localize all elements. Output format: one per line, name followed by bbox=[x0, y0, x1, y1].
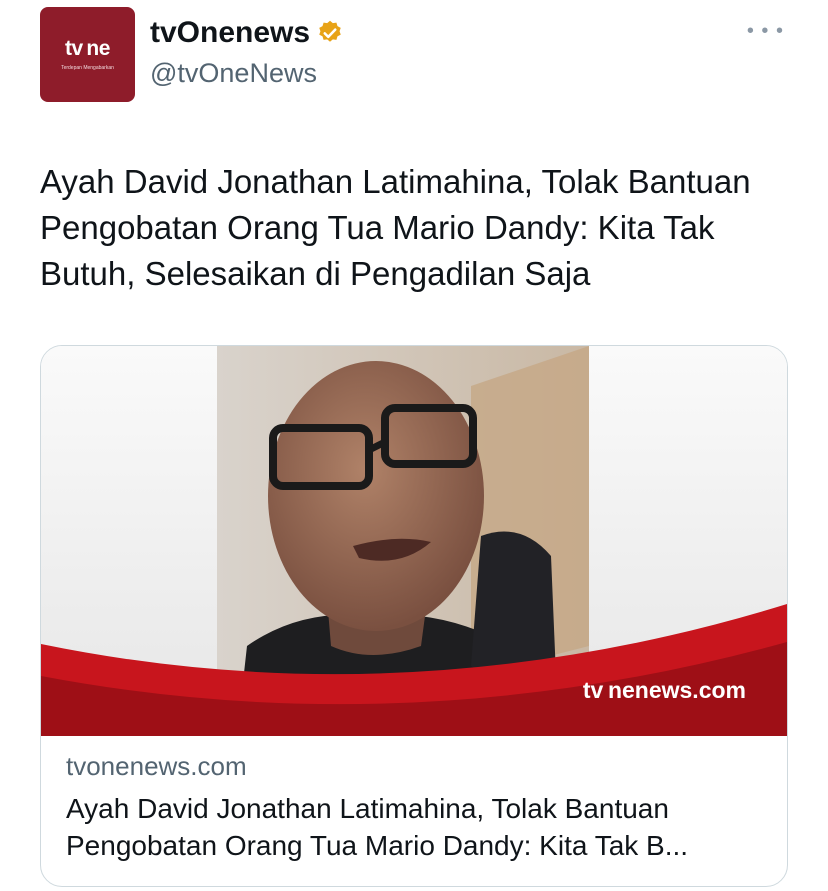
name-row: tvOnenews bbox=[150, 16, 344, 50]
link-card[interactable]: tv nenews.com tvonenews.com Ayah David J… bbox=[40, 345, 788, 887]
tweet-text: Ayah David Jonathan Latimahina, Tolak Ba… bbox=[40, 163, 751, 292]
card-domain: tvonenews.com bbox=[66, 751, 247, 781]
avatar[interactable]: tv ne Terdepan Mengabarkan bbox=[40, 7, 135, 102]
handle[interactable]: @tvOneNews bbox=[150, 58, 317, 89]
display-name[interactable]: tvOnenews bbox=[150, 16, 310, 50]
card-image[interactable]: tv nenews.com bbox=[41, 346, 787, 736]
tvone-logo: tv ne bbox=[65, 37, 110, 60]
verified-badge-icon bbox=[319, 20, 341, 42]
more-options-icon[interactable]: • • • bbox=[747, 21, 784, 41]
card-info[interactable]: tvonenews.com Ayah David Jonathan Latima… bbox=[41, 736, 787, 886]
card-title: Ayah David Jonathan Latimahina, Tolak Ba… bbox=[66, 793, 689, 861]
avatar-tagline: Terdepan Mengabarkan bbox=[61, 65, 114, 71]
card-watermark: tv nenews.com bbox=[583, 677, 746, 703]
